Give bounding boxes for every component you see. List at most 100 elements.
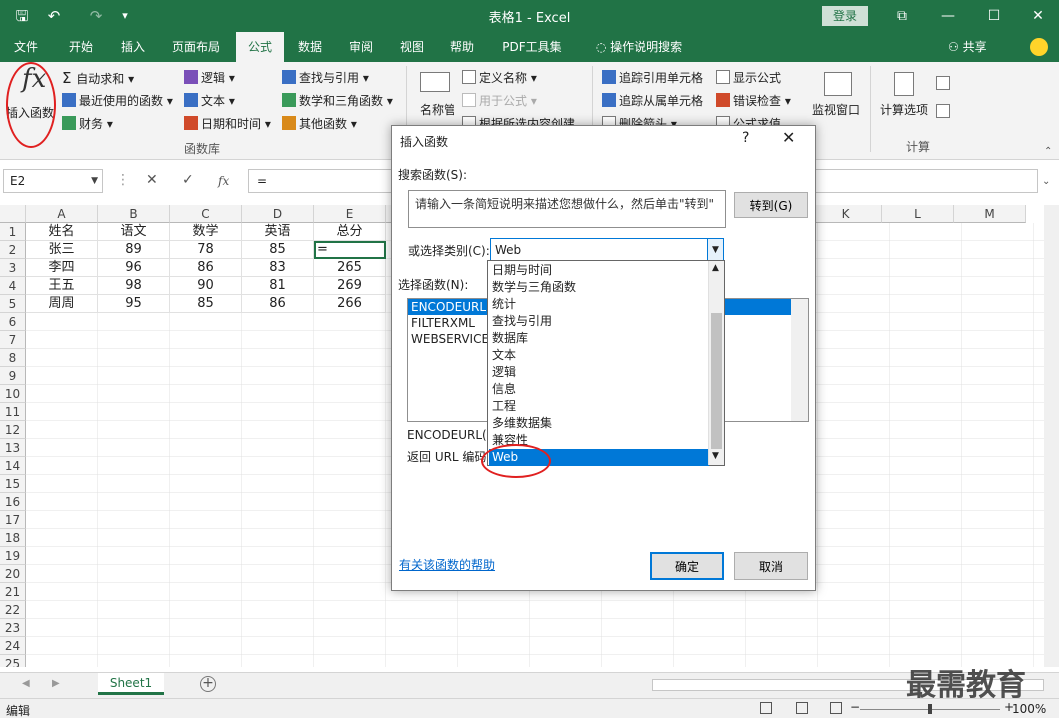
row-header[interactable]: 23: [0, 619, 26, 637]
share-button[interactable]: ⚇ 共享: [948, 38, 987, 55]
lookup-button[interactable]: 查找与引用 ▾: [282, 70, 369, 86]
customize-qat-icon[interactable]: ▾: [118, 6, 132, 26]
dropdown-scrollbar[interactable]: ▲ ▼: [708, 261, 724, 465]
cell-e3[interactable]: 265: [314, 259, 386, 277]
scroll-thumb[interactable]: [711, 313, 722, 449]
watch-window-button[interactable]: 监视窗口: [812, 102, 860, 118]
cell-c2[interactable]: 78: [170, 241, 242, 259]
datetime-button[interactable]: 日期和时间 ▾: [184, 116, 271, 132]
ribbon-display-icon[interactable]: ⧉: [890, 4, 914, 28]
category-dropdown[interactable]: 日期与时间 数学与三角函数 统计 查找与引用 数据库 文本 逻辑 信息 工程 多…: [487, 260, 725, 466]
select-all-corner[interactable]: [0, 205, 26, 223]
cell-b1[interactable]: 语文: [98, 223, 170, 241]
row-header[interactable]: 4: [0, 277, 26, 295]
cell-e1[interactable]: 总分: [314, 223, 386, 241]
cell-e5[interactable]: 266: [314, 295, 386, 313]
zoom-thumb[interactable]: [928, 704, 932, 714]
ok-button[interactable]: 确定: [650, 552, 724, 580]
maximize-icon[interactable]: ☐: [982, 4, 1006, 28]
cell-d5[interactable]: 86: [242, 295, 314, 313]
zoom-slider[interactable]: [860, 704, 1000, 714]
normal-view-icon[interactable]: [760, 702, 772, 714]
login-button[interactable]: 登录: [822, 6, 868, 26]
row-header[interactable]: 24: [0, 637, 26, 655]
close-icon[interactable]: ✕: [1026, 4, 1050, 28]
category-option[interactable]: 逻辑: [489, 364, 709, 381]
smiley-icon[interactable]: [1030, 38, 1048, 56]
row-header[interactable]: 25: [0, 655, 26, 667]
more-functions-button[interactable]: 其他函数 ▾: [282, 116, 357, 132]
cell-a2[interactable]: 张三: [26, 241, 98, 259]
tab-insert[interactable]: 插入: [110, 32, 156, 62]
search-function-input[interactable]: 请输入一条简短说明来描述您想做什么，然后单击"转到": [408, 190, 726, 228]
chevron-down-icon[interactable]: ▼: [91, 170, 98, 192]
logical-button[interactable]: 逻辑 ▾: [184, 70, 235, 86]
cell-b2[interactable]: 89: [98, 241, 170, 259]
cell-a5[interactable]: 周周: [26, 295, 98, 313]
zoom-level[interactable]: 100%: [1012, 702, 1046, 716]
row-header[interactable]: 1: [0, 223, 26, 241]
cell-b4[interactable]: 98: [98, 277, 170, 295]
row-header[interactable]: 21: [0, 583, 26, 601]
row-header[interactable]: 10: [0, 385, 26, 403]
row-header[interactable]: 13: [0, 439, 26, 457]
tab-tell-me[interactable]: ◌ 操作说明搜索: [588, 32, 690, 62]
calc-options-button[interactable]: 计算选项: [880, 102, 928, 118]
tab-file[interactable]: 文件: [4, 32, 48, 62]
row-header[interactable]: 2: [0, 241, 26, 259]
cell-b5[interactable]: 95: [98, 295, 170, 313]
col-header[interactable]: C: [170, 205, 242, 223]
autosum-button[interactable]: Σ 自动求和 ▾: [62, 70, 134, 87]
page-layout-view-icon[interactable]: [796, 702, 808, 714]
category-option[interactable]: 数学与三角函数: [489, 279, 709, 296]
row-header[interactable]: 3: [0, 259, 26, 277]
scroll-up-icon[interactable]: ▲: [712, 263, 719, 273]
row-header[interactable]: 11: [0, 403, 26, 421]
show-formulas-button[interactable]: 显示公式: [716, 70, 781, 86]
insert-function-button[interactable]: 插入函数: [6, 104, 54, 121]
help-link[interactable]: 有关该函数的帮助: [399, 556, 495, 573]
cell-d2[interactable]: 85: [242, 241, 314, 259]
tab-help[interactable]: 帮助: [442, 32, 482, 62]
row-header[interactable]: 17: [0, 511, 26, 529]
row-header[interactable]: 9: [0, 367, 26, 385]
col-header[interactable]: K: [810, 205, 882, 223]
category-option[interactable]: 数据库: [489, 330, 709, 347]
row-header[interactable]: 5: [0, 295, 26, 313]
tab-review[interactable]: 审阅: [340, 32, 382, 62]
category-option[interactable]: 多维数据集: [489, 415, 709, 432]
cell-a4[interactable]: 王五: [26, 277, 98, 295]
tab-data[interactable]: 数据: [290, 32, 330, 62]
tab-formulas[interactable]: 公式: [236, 32, 284, 62]
enter-icon[interactable]: ✓: [182, 172, 194, 188]
tab-pdf-tools[interactable]: PDF工具集: [494, 32, 570, 62]
row-header[interactable]: 16: [0, 493, 26, 511]
scroll-down-icon[interactable]: ▼: [712, 451, 719, 461]
prev-sheet-icon[interactable]: ◀: [22, 678, 30, 689]
calc-now-icon[interactable]: [936, 76, 953, 92]
trace-precedents-button[interactable]: 追踪引用单元格: [602, 70, 703, 86]
row-header[interactable]: 8: [0, 349, 26, 367]
error-checking-button[interactable]: 错误检查 ▾: [716, 93, 791, 109]
math-button[interactable]: 数学和三角函数 ▾: [282, 93, 393, 109]
cell-c1[interactable]: 数学: [170, 223, 242, 241]
cancel-button[interactable]: 取消: [734, 552, 808, 580]
cell-a1[interactable]: 姓名: [26, 223, 98, 241]
recent-functions-button[interactable]: 最近使用的函数 ▾: [62, 93, 173, 109]
cell-c5[interactable]: 85: [170, 295, 242, 313]
cancel-icon[interactable]: ✕: [146, 172, 158, 188]
next-sheet-icon[interactable]: ▶: [52, 678, 60, 689]
cell-b3[interactable]: 96: [98, 259, 170, 277]
row-header[interactable]: 7: [0, 331, 26, 349]
category-option[interactable]: 查找与引用: [489, 313, 709, 330]
expand-formula-icon[interactable]: ⌄: [1042, 176, 1050, 187]
category-option[interactable]: 文本: [489, 347, 709, 364]
redo-icon[interactable]: ↷: [86, 6, 106, 26]
category-option[interactable]: 信息: [489, 381, 709, 398]
name-box[interactable]: E2 ▼: [3, 169, 103, 193]
use-in-formula-button[interactable]: 用于公式 ▾: [462, 93, 537, 109]
close-icon[interactable]: ✕: [782, 128, 795, 147]
col-header[interactable]: L: [882, 205, 954, 223]
minimize-icon[interactable]: —: [936, 4, 960, 28]
cell-d1[interactable]: 英语: [242, 223, 314, 241]
